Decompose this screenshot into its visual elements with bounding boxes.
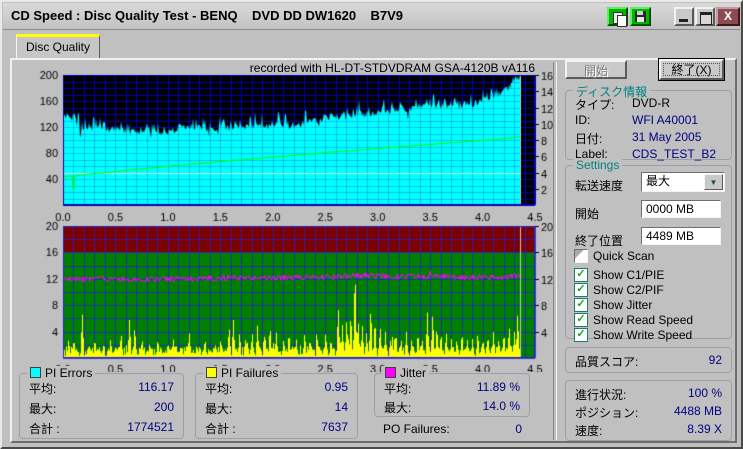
pi-errors-title: PI Errors bbox=[45, 366, 93, 380]
pi-failures-swatch bbox=[206, 367, 217, 378]
minimize-icon bbox=[679, 19, 688, 22]
po-failures-label: PO Failures: bbox=[383, 422, 450, 436]
checkbox-icon: ✓ bbox=[574, 268, 588, 282]
end-position-input[interactable]: 4489 MB bbox=[641, 227, 721, 245]
quality-score-label: 品質スコア: bbox=[575, 355, 639, 369]
save-icon bbox=[635, 11, 646, 22]
panel-separator bbox=[553, 62, 557, 440]
pi-failures-title: PI Failures bbox=[221, 366, 279, 380]
window-title: CD Speed : Disc Quality Test - BENQ DVD … bbox=[11, 8, 404, 23]
disc-type-row: タイプ: DVD-R bbox=[575, 96, 670, 112]
tab-disc-quality[interactable]: Disc Quality bbox=[16, 34, 100, 60]
jitter-legend-box: Jitter 平均: 11.89 % 最大: 14.0 % bbox=[374, 366, 530, 417]
disc-date-row: 日付: 31 May 2005 bbox=[575, 130, 702, 146]
quality-score-value: 92 bbox=[708, 353, 722, 367]
transfer-speed-label: 転送速度 bbox=[575, 179, 624, 193]
app-window: CD Speed : Disc Quality Test - BENQ DVD … bbox=[0, 0, 743, 449]
checkbox-show-c1-pie[interactable]: ✓ Show C1/PIE bbox=[574, 268, 664, 282]
title-bar[interactable]: CD Speed : Disc Quality Test - BENQ DVD … bbox=[3, 3, 740, 30]
maximize-icon bbox=[700, 12, 712, 25]
settings-title: Settings bbox=[573, 158, 623, 172]
checkbox-show-write-speed[interactable]: ✓ Show Write Speed bbox=[574, 328, 692, 342]
checkbox-icon bbox=[574, 249, 588, 263]
save-button[interactable] bbox=[630, 7, 651, 26]
pi-failures-legend-box: PI Failures 平均: 0.95 最大: 14 合計 :7637 bbox=[195, 366, 358, 439]
jitter-swatch bbox=[385, 367, 396, 378]
exit-button[interactable]: 終了(X) bbox=[659, 59, 724, 80]
start-position-input[interactable]: 0000 MB bbox=[641, 200, 721, 218]
pi-errors-max-row: 最大: 200 bbox=[29, 400, 174, 416]
speed-row: 速度: 8.39 X bbox=[575, 422, 722, 438]
jitter-avg-row: 平均: 11.89 % bbox=[384, 380, 520, 396]
checkbox-icon: ✓ bbox=[574, 313, 588, 327]
pi-failures-max-row: 最大: 14 bbox=[205, 400, 348, 416]
pi-errors-total-row: 合計 :1774521 bbox=[29, 420, 174, 436]
pi-errors-swatch bbox=[30, 367, 41, 378]
tab-strip: Disc Quality bbox=[2, 32, 741, 60]
quality-score-row: 品質スコア: 92 bbox=[575, 353, 722, 370]
checkbox-icon: ✓ bbox=[574, 283, 588, 297]
transfer-speed-select[interactable]: 最大 ▼ bbox=[641, 172, 725, 192]
checkbox-show-c2-pif[interactable]: ✓ Show C2/PIF bbox=[574, 283, 664, 297]
checkbox-quick-scan[interactable]: Quick Scan bbox=[574, 249, 654, 263]
pi-errors-legend-box: PI Errors 平均: 116.17 最大: 200 合計 :1774521 bbox=[19, 366, 184, 439]
disc-info-box: ディスク情報 タイプ: DVD-R ID: WFI A40001 日付: 31 May… bbox=[565, 83, 732, 161]
pi-failures-total-row: 合計 :7637 bbox=[205, 420, 348, 436]
po-failures-value: 0 bbox=[515, 422, 522, 436]
minimize-button[interactable] bbox=[674, 7, 694, 26]
pi-failures-avg-row: 平均: 0.95 bbox=[205, 380, 348, 396]
maximize-button[interactable] bbox=[695, 7, 715, 26]
transfer-speed-value: 最大 bbox=[646, 174, 671, 188]
position-row: ポジション: 4488 MB bbox=[575, 404, 722, 420]
quality-score-box: 品質スコア: 92 bbox=[565, 347, 732, 373]
progress-row: 進行状況: 100 % bbox=[575, 386, 722, 402]
po-failures-row: PO Failures: 0 bbox=[383, 422, 522, 436]
start-position-label: 開始 bbox=[575, 207, 600, 221]
end-position-label: 終了位置 bbox=[575, 234, 624, 248]
settings-box: Settings 転送速度 最大 ▼ 開始 0000 MB 終了位置 4489 … bbox=[565, 158, 732, 342]
pi-errors-avg-row: 平均: 116.17 bbox=[29, 380, 174, 396]
checkbox-show-jitter[interactable]: ✓ Show Jitter bbox=[574, 298, 652, 312]
checkbox-icon: ✓ bbox=[574, 298, 588, 312]
quality-charts-canvas bbox=[14, 60, 555, 372]
jitter-max-row: 最大: 14.0 % bbox=[384, 399, 520, 415]
chevron-down-icon[interactable]: ▼ bbox=[704, 174, 723, 190]
jitter-title: Jitter bbox=[400, 366, 427, 380]
status-box: 進行状況: 100 % ポジション: 4488 MB 速度: 8.39 X bbox=[565, 380, 732, 441]
copy-button[interactable] bbox=[607, 7, 628, 27]
checkbox-icon: ✓ bbox=[574, 328, 588, 342]
checkbox-show-read-speed[interactable]: ✓ Show Read Speed bbox=[574, 313, 693, 327]
start-button[interactable]: 開始 bbox=[565, 60, 627, 79]
close-button[interactable]: X bbox=[716, 7, 740, 26]
disc-id-row: ID: WFI A40001 bbox=[575, 113, 699, 127]
